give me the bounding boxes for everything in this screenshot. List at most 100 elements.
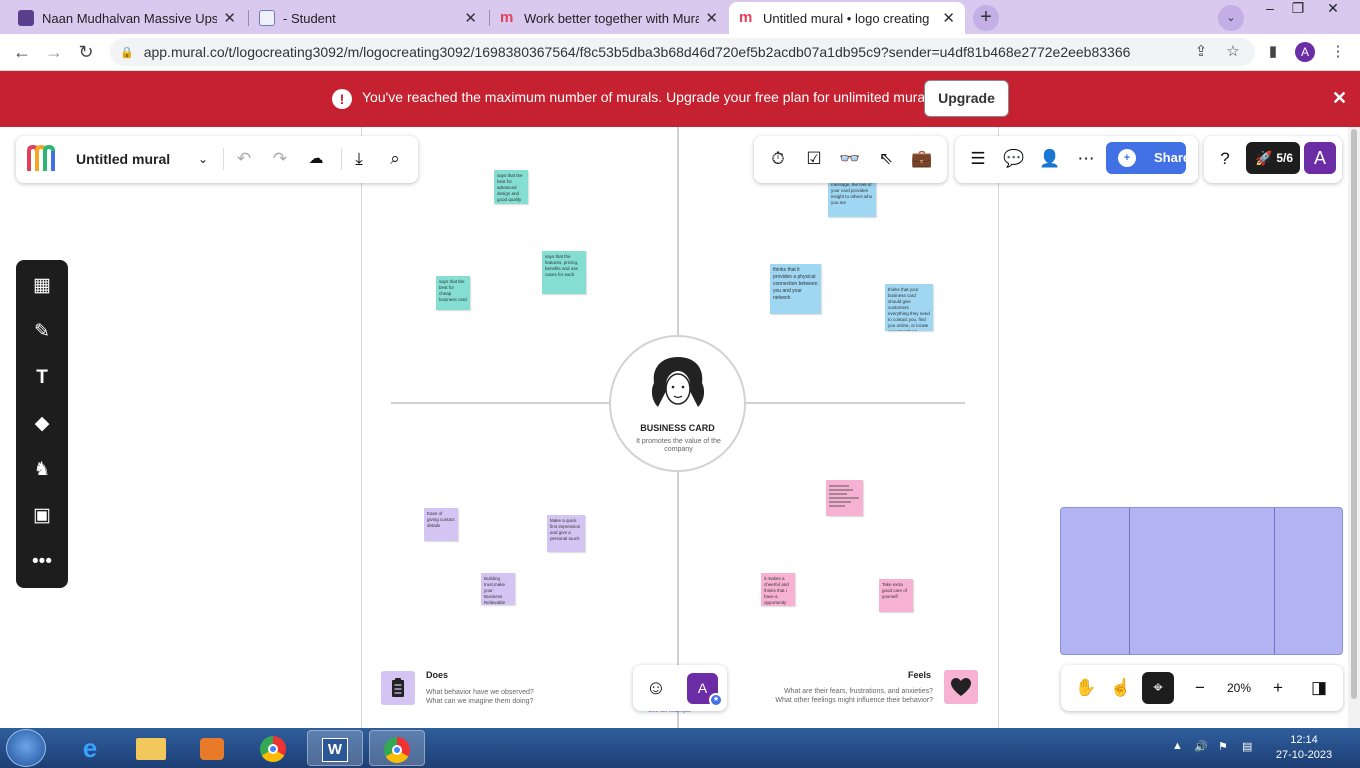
system-clock[interactable]: 12:14 27-10-2023	[1270, 733, 1338, 763]
share-page-icon[interactable]: ⇪	[1190, 42, 1212, 60]
close-tab-icon[interactable]: ✕	[942, 9, 955, 27]
close-tab-icon[interactable]: ✕	[705, 9, 718, 27]
more-tools-icon[interactable]: •••	[30, 550, 54, 574]
star-badge-icon: ★	[709, 693, 723, 707]
help-icon[interactable]: ?	[1214, 148, 1236, 170]
mural-logo-icon[interactable]	[26, 145, 60, 173]
share-button[interactable]: + Share	[1106, 142, 1190, 174]
mural-title[interactable]: Untitled mural	[76, 151, 170, 167]
internet-explorer-icon[interactable]: e	[62, 730, 118, 766]
tab-title: - Student	[283, 10, 336, 26]
outline-icon[interactable]: ☰	[967, 148, 989, 170]
sticky-note[interactable]: thinks that your business card should gi…	[885, 284, 933, 331]
timer-icon[interactable]: ⏱	[767, 148, 789, 170]
murals-count-badge[interactable]: 🚀 5/6	[1246, 142, 1300, 174]
reactions-panel: ☺ A ★	[633, 665, 727, 711]
download-icon[interactable]: ⤓	[348, 148, 370, 170]
fullscreen-icon[interactable]: ◨	[1308, 677, 1330, 699]
minimize-button[interactable]: –	[1255, 0, 1285, 18]
sticky-note[interactable]: Building trust,make your Business Reliev…	[481, 573, 515, 605]
tab-untitled-mural[interactable]: m Untitled mural • logo creating ✕	[729, 2, 965, 34]
chevron-down-icon[interactable]: ⌄	[192, 148, 214, 170]
action-center-icon[interactable]: ▤	[1242, 740, 1252, 753]
sticky-note[interactable]: says that the features, pricing, benefit…	[542, 251, 586, 294]
persona-circle[interactable]: BUSINESS CARD It promotes the value of t…	[609, 335, 746, 472]
scrollbar-thumb[interactable]	[1351, 129, 1357, 699]
sticky-note[interactable]: Make a quick first impression and give a…	[547, 515, 585, 552]
sticky-note[interactable]: it makes a cheerful and thinks that i ha…	[761, 573, 795, 606]
tab-search-button[interactable]: ⌄	[1218, 5, 1244, 31]
bookmark-star-icon[interactable]: ☆	[1222, 42, 1244, 60]
feels-title: Feels	[908, 670, 932, 680]
sticky-note-icon[interactable]: ✎	[30, 320, 54, 344]
side-panel-icon[interactable]: ▮	[1262, 42, 1284, 60]
tab-mural-work-better[interactable]: m Work better together with Mural ✕	[490, 2, 728, 34]
word-icon[interactable]: W	[307, 730, 363, 766]
emoji-reaction-icon[interactable]: ☺	[645, 677, 667, 699]
show-hidden-icons[interactable]: ▲	[1172, 740, 1183, 752]
comments-icon[interactable]: 💬	[1003, 148, 1025, 170]
start-button[interactable]	[6, 729, 46, 767]
select-tool-icon[interactable]: ☝	[1110, 677, 1132, 699]
restore-button[interactable]: ❐	[1283, 0, 1313, 18]
sticky-note[interactable]: says that the best for cheap business ca…	[436, 276, 470, 310]
browser-menu-icon[interactable]: ⋮	[1327, 42, 1349, 60]
persona-subtitle: It promotes the value of the company	[636, 438, 721, 453]
new-tab-button[interactable]: +	[973, 5, 999, 31]
feels-question-2: What other feelings might influence thei…	[775, 697, 933, 704]
more-options-icon[interactable]: ⋯	[1075, 148, 1097, 170]
does-question-1: What behavior have we observed?	[426, 689, 534, 696]
url-field[interactable]: 🔒 app.mural.co/t/logocreating3092/m/logo…	[110, 38, 1255, 66]
zoom-out-icon[interactable]: −	[1189, 677, 1211, 699]
student-favicon	[259, 10, 275, 26]
cloud-saved-icon: ☁	[308, 150, 324, 167]
close-window-button[interactable]: ✕	[1318, 0, 1348, 18]
summon-icon[interactable]: ⇖	[875, 148, 897, 170]
close-tab-icon[interactable]: ✕	[464, 9, 477, 27]
sticky-note[interactable]: says that the best for advanced design a…	[494, 170, 528, 204]
sticky-note[interactable]: Ease of giving contact details	[424, 508, 458, 541]
persona-icon	[651, 357, 705, 407]
toolbox-icon[interactable]: 💼	[911, 148, 933, 170]
user-avatar[interactable]: A	[1304, 142, 1336, 174]
text-icon[interactable]: T	[30, 366, 54, 390]
upgrade-button[interactable]: Upgrade	[924, 80, 1009, 117]
templates-icon[interactable]: ▦	[30, 274, 54, 298]
undo-icon[interactable]: ↶	[233, 148, 255, 170]
map-toggle-icon[interactable]: ⌖	[1142, 672, 1174, 704]
voting-icon[interactable]: ☑	[803, 148, 825, 170]
add-user-icon: +	[1118, 149, 1136, 167]
tab-naan-mudhalvan[interactable]: Naan Mudhalvan Massive Upskill ✕	[8, 2, 246, 34]
image-icon[interactable]: ▣	[30, 504, 54, 528]
chrome-profile-icon[interactable]	[369, 730, 425, 766]
file-explorer-icon[interactable]	[123, 730, 179, 766]
sticky-note[interactable]: message, the feel of your card provides …	[828, 179, 876, 217]
zoom-level[interactable]: 20%	[1219, 677, 1259, 699]
redo-icon[interactable]: ↷	[269, 148, 291, 170]
reload-icon[interactable]: ↻	[74, 42, 98, 63]
chrome-icon[interactable]	[245, 730, 301, 766]
zoom-in-icon[interactable]: +	[1267, 677, 1289, 699]
mural-favicon: m	[739, 9, 753, 26]
minimap[interactable]	[1060, 507, 1343, 655]
network-icon[interactable]: ⚑	[1218, 740, 1228, 753]
back-icon[interactable]: ←	[10, 42, 34, 63]
forward-icon[interactable]: →	[42, 42, 66, 63]
private-mode-icon[interactable]: 👓	[839, 148, 861, 170]
sticky-note[interactable]: thinks that it provides a physical conne…	[770, 264, 821, 314]
shapes-connectors-icon[interactable]: ◆	[30, 412, 54, 436]
alert-icon: !	[332, 89, 352, 109]
close-banner-icon[interactable]: ✕	[1332, 88, 1347, 109]
search-icon[interactable]: ⌕	[384, 148, 406, 170]
tab-student[interactable]: - Student ✕	[249, 2, 487, 34]
collaborators-icon[interactable]: 👤	[1039, 148, 1061, 170]
media-player-icon[interactable]	[184, 730, 240, 766]
profile-avatar[interactable]: A	[1295, 42, 1315, 62]
close-tab-icon[interactable]: ✕	[223, 9, 236, 27]
volume-icon[interactable]: 🔊	[1194, 740, 1208, 753]
tab-title: Naan Mudhalvan Massive Upskill	[42, 10, 218, 26]
canvas-scrollbar[interactable]	[1348, 127, 1360, 728]
hand-tool-icon[interactable]: ✋	[1075, 677, 1097, 699]
sticky-note[interactable]: Take extra good care of yourself	[879, 579, 913, 612]
icons-llama-icon[interactable]: ♞	[30, 458, 54, 482]
